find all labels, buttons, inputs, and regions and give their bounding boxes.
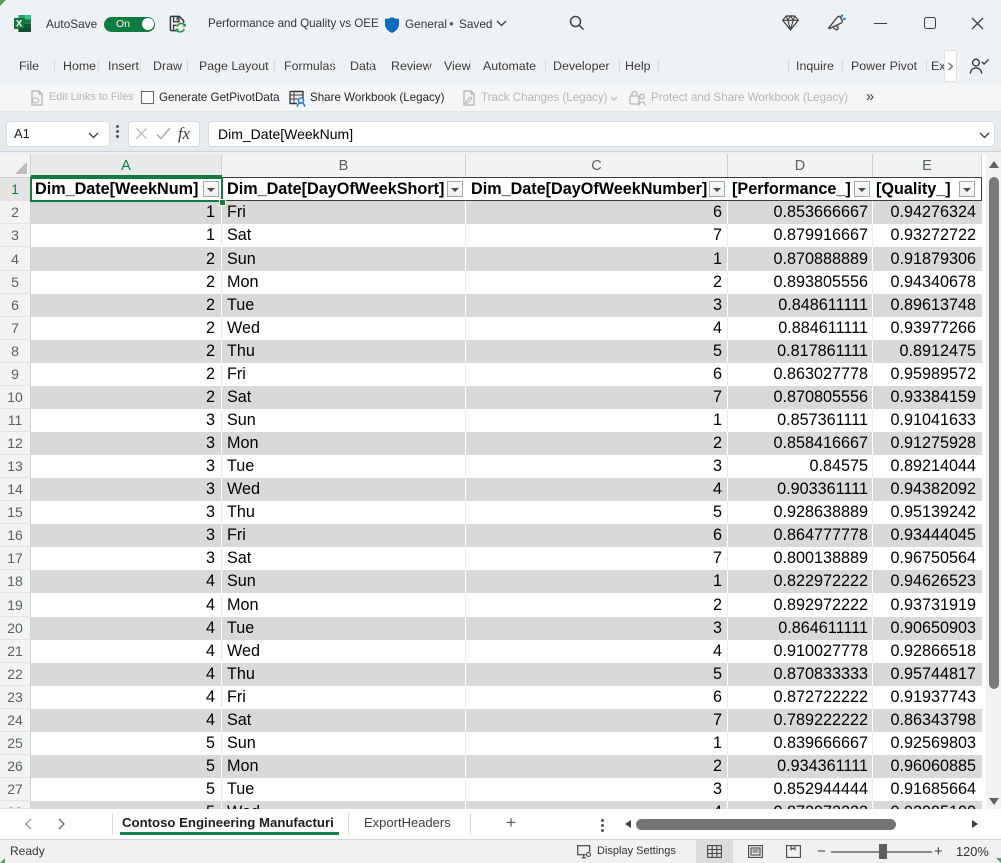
svg-text:X: X [16,19,23,30]
